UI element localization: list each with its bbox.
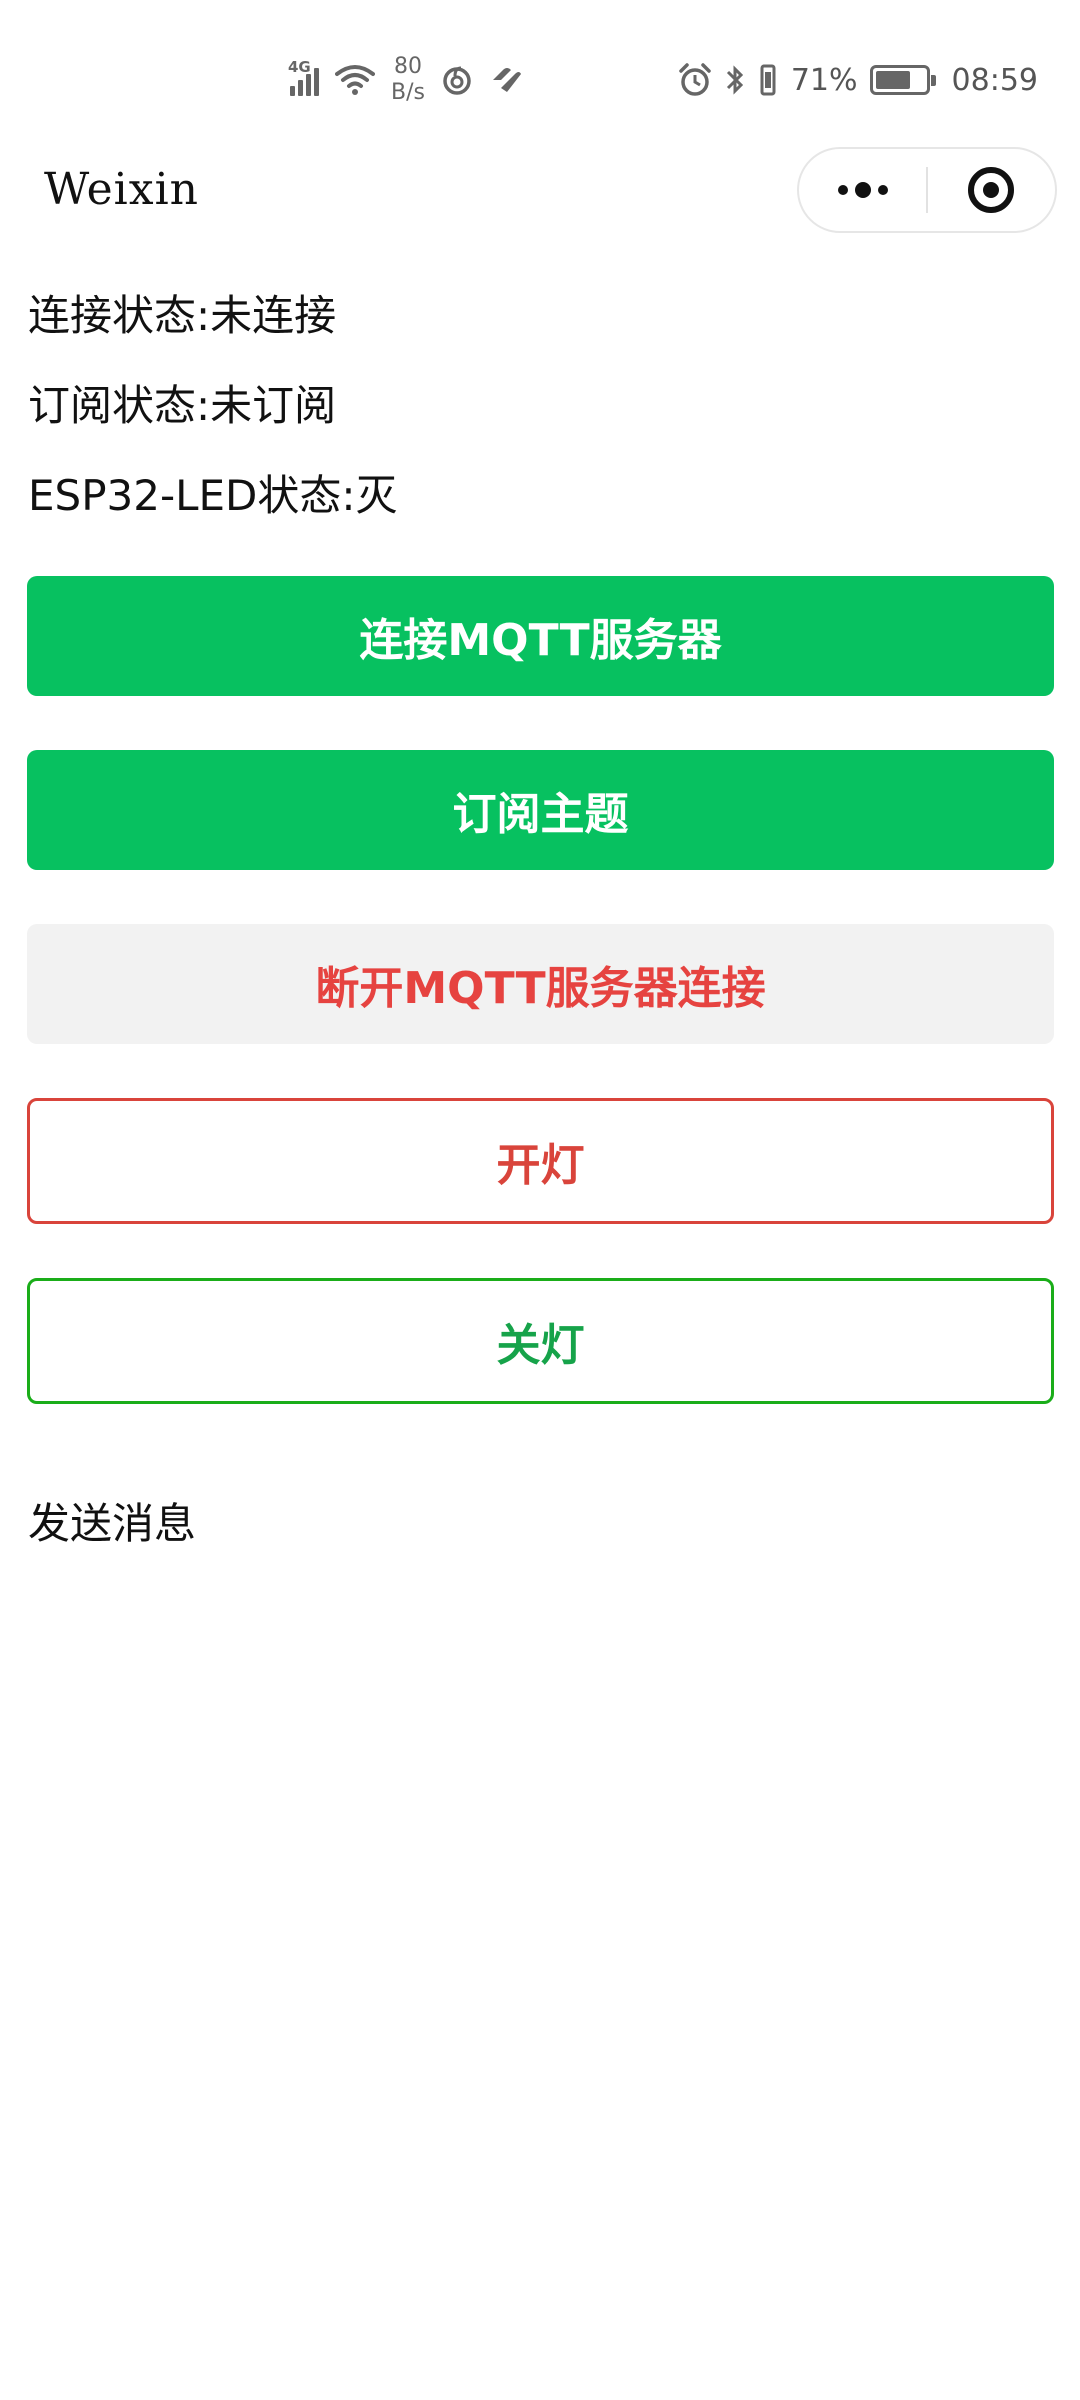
clock: 08:59 [951,62,1038,98]
status-bar-right: 71% 08:59 [677,52,1038,108]
net-speed-value: 80 [393,54,422,79]
subscription-status: 订阅状态:未订阅 [28,381,337,430]
signal-icon: 4G [288,58,319,96]
battery-percent: 71% [790,62,858,98]
battery-icon [869,65,936,95]
bluetooth-icon [726,65,743,95]
more-dots-icon [837,182,888,198]
miniprogram-capsule [797,147,1057,233]
vibrate-icon [760,64,776,96]
subscribe-topic-button[interactable]: 订阅主题 [27,750,1054,870]
connection-status: 连接状态:未连接 [28,291,337,340]
light-on-button[interactable]: 开灯 [27,1098,1054,1224]
light-off-button[interactable]: 关灯 [27,1278,1054,1404]
connect-mqtt-button[interactable]: 连接MQTT服务器 [27,576,1054,696]
close-miniprogram-button[interactable] [928,149,1055,231]
disconnect-mqtt-button[interactable]: 断开MQTT服务器连接 [27,924,1054,1044]
wifi-icon [335,65,375,95]
status-bar: 4G 80 B/s 71% 08:59 [0,0,1080,160]
net-speed-unit: B/s [391,80,425,105]
battery-level-fill [875,71,910,89]
alarm-icon [679,63,711,96]
status-bar-left: 4G 80 B/s [288,52,525,108]
nav-bar: Weixin [0,140,1080,240]
netease-music-icon [443,66,471,95]
miniprogram-close-icon [968,167,1015,213]
heart-app-icon [492,68,521,92]
led-status: ESP32-LED状态:灭 [28,471,398,520]
page-title: Weixin [44,164,199,215]
network-type: 4G [288,58,311,76]
send-message-label: 发送消息 [28,1499,197,1548]
net-speed: 80 B/s [391,54,425,106]
more-button[interactable] [799,149,926,231]
